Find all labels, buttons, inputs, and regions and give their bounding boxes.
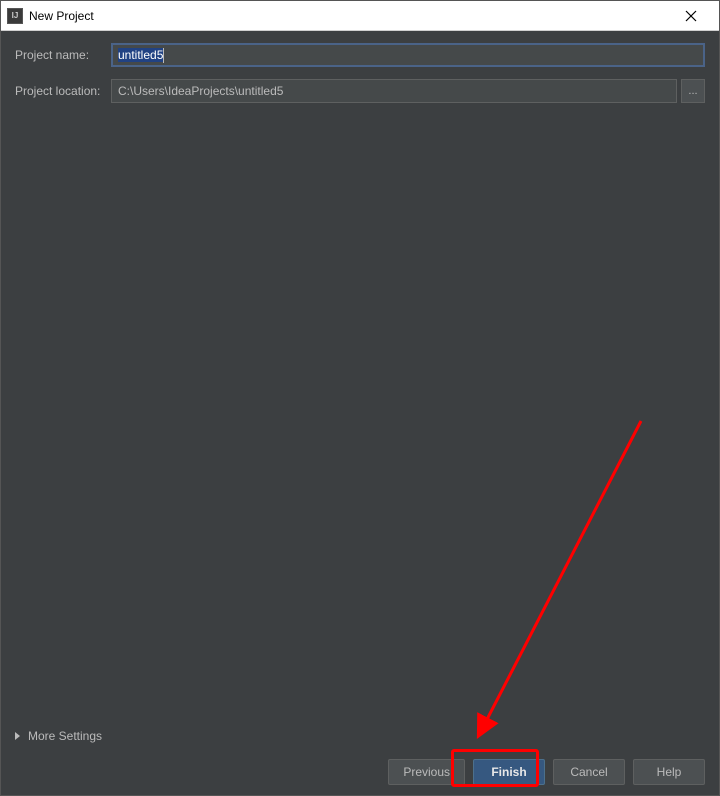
- finish-button[interactable]: Finish: [473, 759, 545, 785]
- titlebar: IJ New Project: [1, 1, 719, 31]
- project-location-row: Project location: ...: [15, 79, 705, 103]
- cancel-button[interactable]: Cancel: [553, 759, 625, 785]
- text-caret: [163, 48, 164, 63]
- project-name-value: untitled5: [118, 48, 163, 62]
- help-button[interactable]: Help: [633, 759, 705, 785]
- expand-right-icon: [15, 732, 20, 740]
- window-title: New Project: [29, 9, 671, 23]
- new-project-dialog: IJ New Project Project name: untitled5 P…: [0, 0, 720, 796]
- form-area: Project name: untitled5 Project location…: [1, 31, 719, 115]
- more-settings-label: More Settings: [28, 729, 102, 743]
- dialog-content: Project name: untitled5 Project location…: [1, 31, 719, 795]
- project-name-input[interactable]: untitled5: [111, 43, 705, 67]
- annotation-arrow-icon: [441, 411, 661, 751]
- more-settings-toggle[interactable]: More Settings: [15, 729, 102, 743]
- browse-button[interactable]: ...: [681, 79, 705, 103]
- previous-button[interactable]: Previous: [388, 759, 465, 785]
- button-bar: Previous Finish Cancel Help: [388, 759, 705, 785]
- project-location-label: Project location:: [15, 84, 111, 98]
- intellij-icon: IJ: [7, 8, 23, 24]
- close-icon: [685, 10, 697, 22]
- close-button[interactable]: [671, 2, 711, 30]
- project-name-row: Project name: untitled5: [15, 43, 705, 67]
- project-location-input[interactable]: [111, 79, 677, 103]
- project-name-label: Project name:: [15, 48, 111, 62]
